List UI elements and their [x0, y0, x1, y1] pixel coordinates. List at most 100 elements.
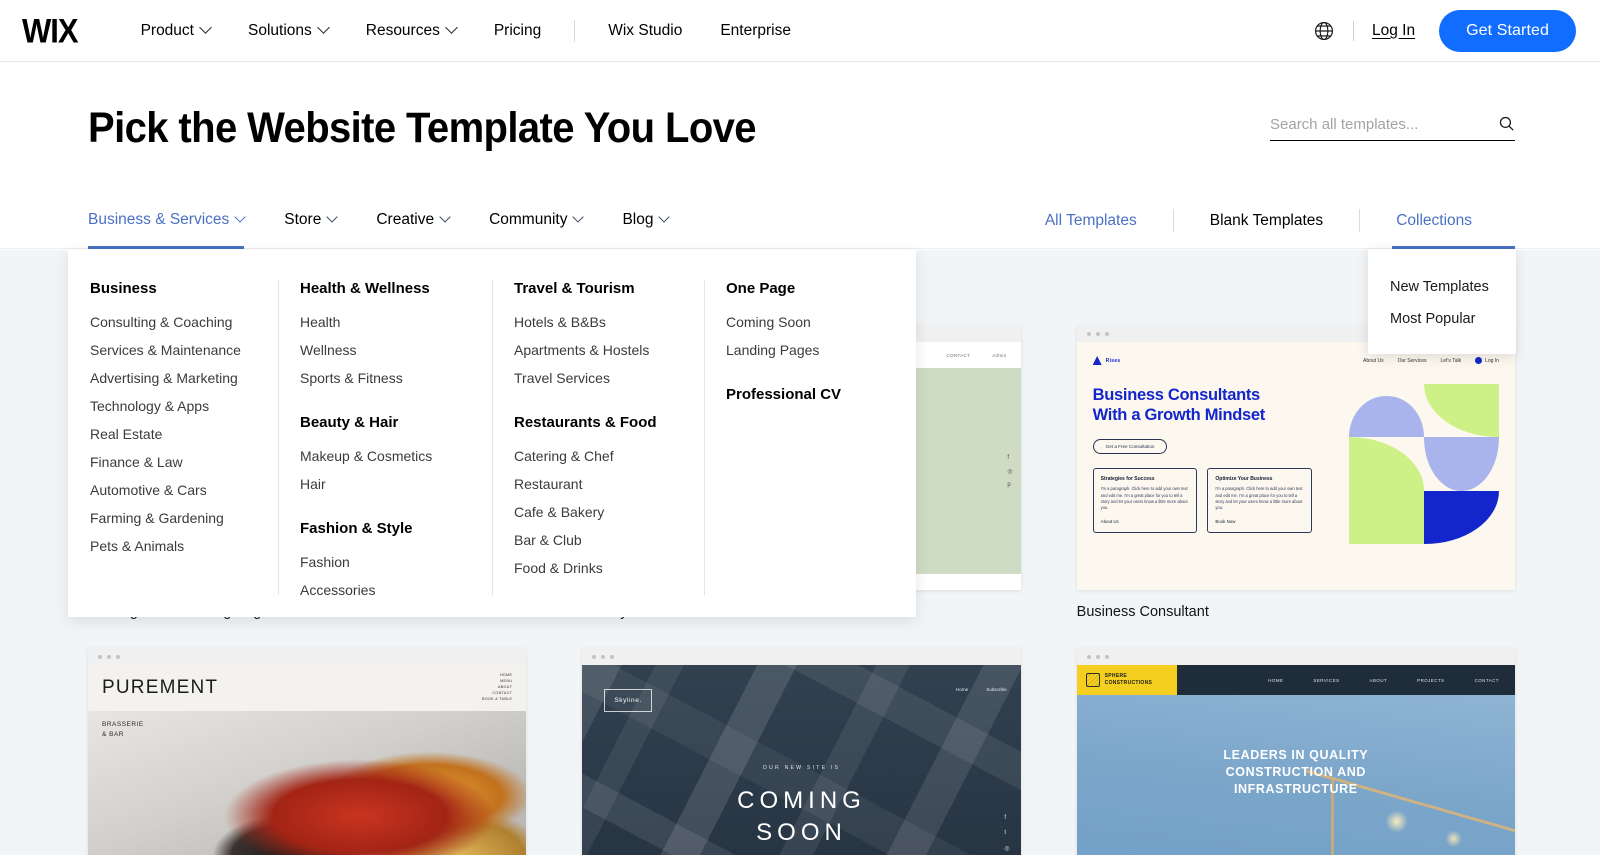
thumb-login: Log In [1475, 357, 1499, 364]
facebook-icon: f [1004, 815, 1007, 821]
nav-label: Solutions [247, 21, 312, 39]
thumb-nav-item: PROJECTS [1417, 677, 1445, 683]
mega-menu-link[interactable]: Landing Pages [726, 336, 894, 364]
mega-menu-link[interactable]: Automotive & Cars [90, 476, 256, 504]
tab-label: Blank Templates [1209, 211, 1324, 229]
nav-label: Resources [365, 21, 440, 39]
mega-menu-column: Business Consulting & Coaching Services … [68, 280, 278, 617]
thumb-feature-card: Strategies for Success I'm a paragraph. … [1092, 468, 1198, 533]
chevron-down-icon [572, 210, 585, 223]
thumb-art-coming-soon: Skyline. Home Subscribe OUR NEW SITE IS … [582, 665, 1021, 855]
template-card[interactable]: PUREMENT HOME MENU ABOUT CONTACT BOOK A … [88, 648, 527, 855]
category-blog[interactable]: Blog [622, 193, 671, 248]
nav-item-enterprise[interactable]: Enterprise [701, 22, 810, 40]
mega-menu-heading[interactable]: Travel & Tourism [514, 280, 682, 297]
template-card[interactable]: Rises About Us Our Services Let's Talk L… [1076, 325, 1515, 648]
thumb-feature-link: Book Now [1215, 518, 1236, 524]
mega-menu-link[interactable]: Hair [300, 470, 470, 498]
template-thumbnail[interactable]: PUREMENT HOME MENU ABOUT CONTACT BOOK A … [88, 648, 527, 855]
get-started-button[interactable]: Get Started [1439, 9, 1576, 52]
tab-collections[interactable]: Collections [1360, 193, 1515, 249]
mega-menu-link[interactable]: Apartments & Hostels [514, 336, 682, 364]
category-community[interactable]: Community [489, 193, 585, 248]
mega-menu-link[interactable]: Fashion [300, 548, 470, 576]
mega-menu-link[interactable]: Travel Services [514, 364, 682, 392]
nav-item-pricing[interactable]: Pricing [475, 22, 560, 40]
mega-menu-heading[interactable]: Business [90, 280, 256, 297]
chevron-down-icon [444, 21, 458, 34]
nav-item-solutions[interactable]: Solutions [229, 21, 347, 40]
mega-menu-link[interactable]: Food & Drinks [514, 554, 682, 582]
template-thumbnail[interactable]: Skyline. Home Subscribe OUR NEW SITE IS … [582, 648, 1021, 855]
nav-item-product[interactable]: Product [122, 21, 229, 40]
template-thumbnail[interactable]: SPHERE CONSTRUCTIONS HOME SERVICES ABOUT… [1076, 648, 1515, 855]
category-creative[interactable]: Creative [376, 193, 451, 248]
thumb-social-icons: f t ◎ [1004, 815, 1009, 852]
template-thumbnail[interactable]: Rises About Us Our Services Let's Talk L… [1076, 325, 1515, 590]
globe-icon[interactable] [1313, 20, 1335, 42]
mega-menu-link[interactable]: Farming & Gardening [90, 504, 256, 532]
mega-menu-heading[interactable]: Restaurants & Food [514, 414, 682, 431]
thumb-nav-item: SERVICES [1313, 677, 1340, 683]
category-business-services[interactable]: Business & Services [88, 193, 246, 249]
mega-menu-heading[interactable]: Professional CV [726, 386, 894, 403]
template-search[interactable] [1270, 115, 1515, 141]
instagram-icon: ◎ [1004, 846, 1010, 852]
chevron-down-icon [658, 210, 671, 223]
thumb-nav-item: Let's Talk [1440, 357, 1462, 364]
business-services-mega-menu: Business Consulting & Coaching Services … [68, 250, 916, 617]
shape-quarter-icon [1424, 384, 1499, 438]
thumb-nav-item: CONTACT [946, 352, 971, 358]
thumb-decorative-shapes [1349, 384, 1499, 544]
nav-item-wix-studio[interactable]: Wix Studio [589, 22, 701, 40]
collections-item-new-templates[interactable]: New Templates [1390, 271, 1516, 303]
mega-menu-link[interactable]: Real Estate [90, 420, 256, 448]
mega-menu-link[interactable]: Restaurant [514, 470, 682, 498]
mega-menu-heading[interactable]: Fashion & Style [300, 520, 470, 537]
mega-menu-link[interactable]: Accessories [300, 576, 470, 604]
mega-menu-link[interactable]: Hotels & B&Bs [514, 308, 682, 336]
mega-menu-link[interactable]: Finance & Law [90, 448, 256, 476]
mega-menu-link[interactable]: Pets & Animals [90, 532, 256, 560]
shape-arch-icon [1424, 437, 1499, 491]
search-input[interactable] [1270, 115, 1498, 133]
mega-menu-group: Travel & Tourism Hotels & B&Bs Apartment… [514, 280, 682, 392]
mega-menu-link[interactable]: Catering & Chef [514, 442, 682, 470]
mega-menu-link[interactable]: Health [300, 308, 470, 336]
mega-menu-link[interactable]: Consulting & Coaching [90, 308, 256, 336]
mega-menu-link[interactable]: Sports & Fitness [300, 364, 470, 392]
window-dot [1095, 654, 1100, 659]
mega-menu-link[interactable]: Bar & Club [514, 526, 682, 554]
category-label: Blog [622, 210, 654, 228]
thumb-feature-link: About Us [1100, 518, 1119, 524]
mega-menu-link[interactable]: Wellness [300, 336, 470, 364]
thumb-header: Rises About Us Our Services Let's Talk L… [1092, 356, 1499, 365]
nav-item-resources[interactable]: Resources [347, 21, 475, 40]
wix-logo[interactable]: WIX [22, 13, 79, 48]
login-link[interactable]: Log In [1372, 22, 1415, 40]
tab-all-templates[interactable]: All Templates [1009, 193, 1173, 248]
mega-menu-group: Health & Wellness Health Wellness Sports… [300, 280, 470, 392]
mega-menu-heading[interactable]: Beauty & Hair [300, 414, 470, 431]
search-icon[interactable] [1498, 115, 1515, 132]
mega-menu-link[interactable]: Technology & Apps [90, 392, 256, 420]
template-card[interactable]: Skyline. Home Subscribe OUR NEW SITE IS … [582, 648, 1021, 855]
mega-menu-link[interactable]: Advertising & Marketing [90, 364, 256, 392]
mega-menu-heading[interactable]: Health & Wellness [300, 280, 470, 297]
mega-menu-group: One Page Coming Soon Landing Pages [726, 280, 894, 364]
thumb-nav-item: Subscribe [986, 687, 1007, 692]
collections-item-most-popular[interactable]: Most Popular [1390, 303, 1516, 335]
page-root: WIX Product Solutions Resources Pricing … [0, 0, 1600, 855]
thumb-nav-item: HOME [1268, 677, 1284, 683]
mega-menu-link[interactable]: Makeup & Cosmetics [300, 442, 470, 470]
mega-menu-link[interactable]: Coming Soon [726, 308, 894, 336]
tab-blank-templates[interactable]: Blank Templates [1174, 193, 1359, 248]
shape-square-icon [1349, 490, 1424, 544]
category-store[interactable]: Store [284, 193, 339, 248]
mega-menu-heading[interactable]: One Page [726, 280, 894, 297]
template-card[interactable]: SPHERE CONSTRUCTIONS HOME SERVICES ABOUT… [1076, 648, 1515, 855]
chevron-down-icon [439, 210, 451, 223]
mega-menu-link[interactable]: Services & Maintenance [90, 336, 256, 364]
browser-chrome [1076, 648, 1515, 665]
mega-menu-link[interactable]: Cafe & Bakery [514, 498, 682, 526]
